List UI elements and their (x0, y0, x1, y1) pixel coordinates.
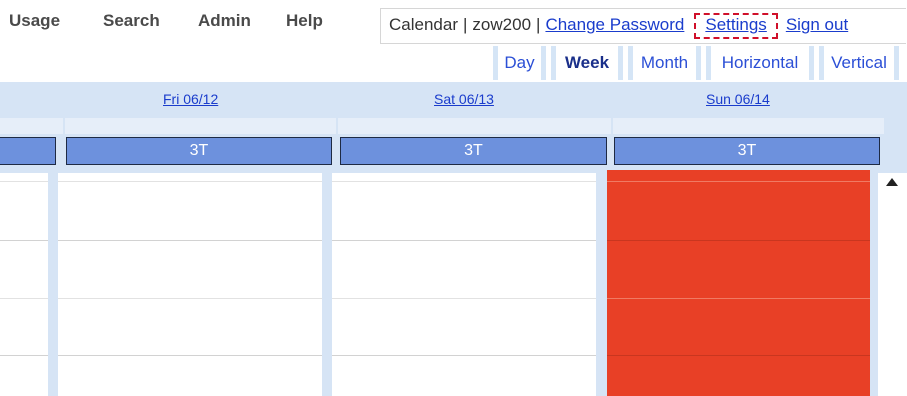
resource-header-partial (0, 137, 56, 165)
grid-line (0, 240, 48, 241)
tab-day[interactable]: Day (493, 46, 546, 80)
grid-line (0, 298, 48, 299)
grid-line (607, 240, 870, 241)
date-link-fri[interactable]: Fri 06/12 (163, 91, 218, 107)
calendar-column-fri[interactable] (58, 173, 322, 396)
sign-out-link[interactable]: Sign out (786, 15, 848, 35)
grid-line (0, 355, 48, 356)
calendar-app: Usage Search Admin Help Calendar | zow20… (0, 0, 907, 396)
grid-line (607, 298, 870, 299)
change-password-link[interactable]: Change Password (545, 15, 684, 35)
separator: | (463, 15, 468, 34)
column-divider (596, 173, 607, 396)
subheader-cell (0, 118, 63, 134)
grid-line (607, 355, 870, 356)
user-bar: Calendar | zow200 | Change Password Sett… (389, 13, 848, 39)
grid-line (332, 298, 596, 299)
tab-vertical[interactable]: Vertical (819, 46, 899, 80)
column-divider (870, 173, 878, 396)
username: zow200 (472, 15, 532, 34)
grid-line (332, 240, 596, 241)
date-link-sun[interactable]: Sun 06/14 (706, 91, 770, 107)
column-divider (322, 173, 332, 396)
date-link-sat[interactable]: Sat 06/13 (434, 91, 494, 107)
grid-line (332, 181, 596, 182)
calendar-column-sat[interactable] (332, 173, 596, 396)
subheader-cell (613, 118, 884, 134)
subheader-cell (65, 118, 336, 134)
resource-header-sat: 3T (340, 137, 607, 165)
tab-week[interactable]: Week (551, 46, 623, 80)
grid-line (607, 181, 870, 182)
menu-help[interactable]: Help (286, 11, 323, 31)
calendar-column-partial (0, 173, 48, 396)
calendar-label: Calendar (389, 15, 458, 34)
tab-horizontal[interactable]: Horizontal (706, 46, 814, 80)
resource-header-sun: 3T (614, 137, 880, 165)
settings-highlight: Settings (694, 13, 778, 39)
scroll-up-icon[interactable] (886, 178, 898, 186)
grid-line (58, 298, 322, 299)
tab-month[interactable]: Month (628, 46, 701, 80)
grid-line (332, 355, 596, 356)
settings-link[interactable]: Settings (705, 15, 766, 34)
separator: | (536, 15, 541, 34)
grid-line (0, 181, 48, 182)
resource-header-fri: 3T (66, 137, 332, 165)
menu-search[interactable]: Search (103, 11, 160, 31)
grid-line (58, 181, 322, 182)
column-divider (48, 173, 58, 396)
subheader-cell (338, 118, 611, 134)
grid-line (58, 240, 322, 241)
grid-line (58, 355, 322, 356)
menu-admin[interactable]: Admin (198, 11, 251, 31)
menu-usage[interactable]: Usage (9, 11, 60, 31)
booked-time-block[interactable] (607, 170, 870, 396)
